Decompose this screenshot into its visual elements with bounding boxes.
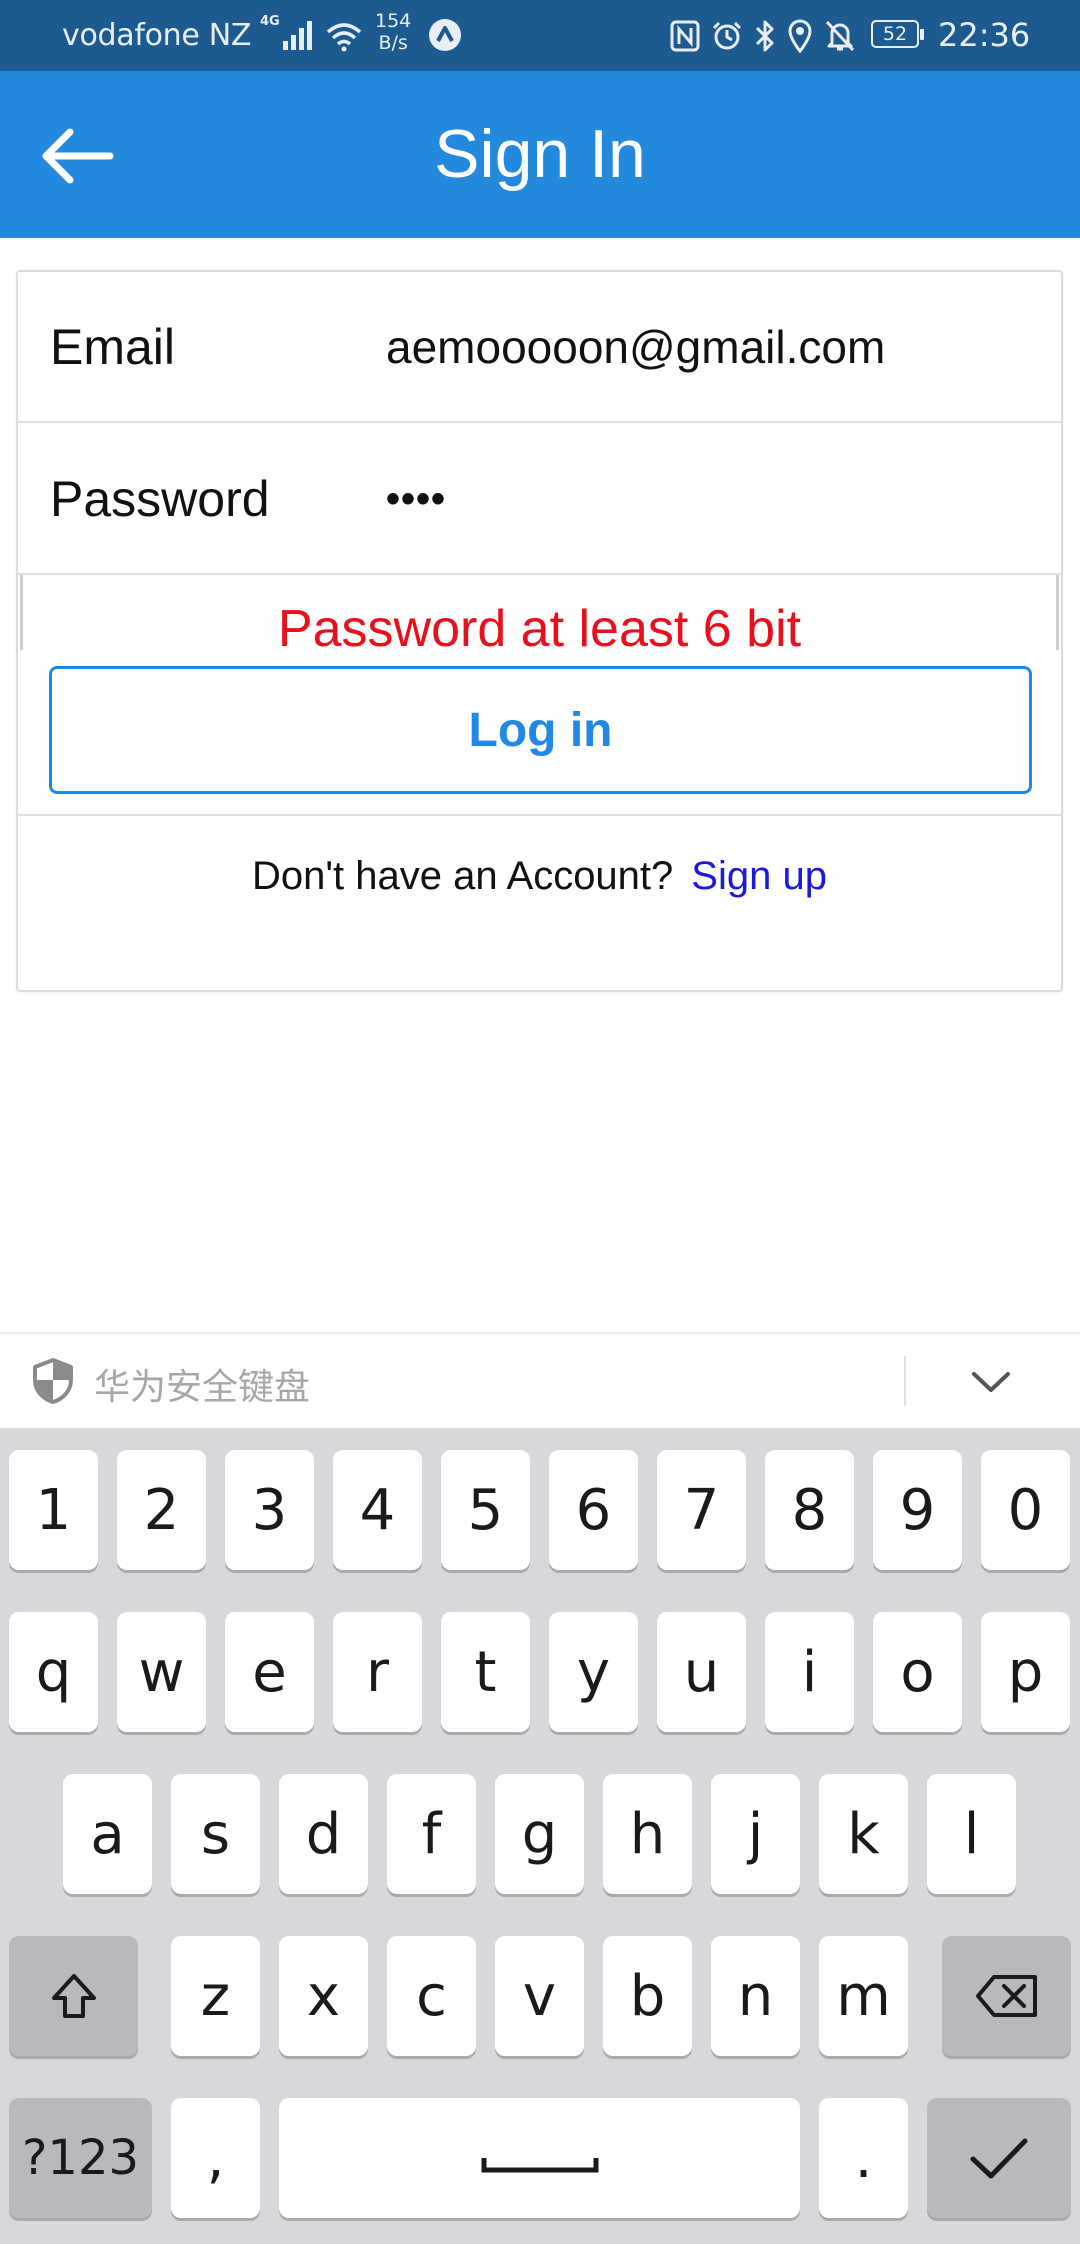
wifi-icon: [326, 23, 362, 52]
network-speed-unit: B/s: [378, 32, 408, 54]
shift-key[interactable]: [9, 1936, 138, 2056]
network-type: 4G: [260, 14, 280, 29]
key-6[interactable]: 6: [549, 1450, 638, 1570]
alarm-icon: [712, 21, 742, 50]
page-title: Sign In: [434, 116, 646, 192]
nfc-icon: [670, 20, 700, 52]
password-field[interactable]: [386, 424, 1026, 575]
key-3[interactable]: 3: [225, 1450, 314, 1570]
key-o[interactable]: o: [873, 1612, 962, 1732]
error-message-box: Password at least 6 bit: [20, 575, 1059, 658]
network-speed: 154 B/s: [375, 10, 411, 54]
key-0[interactable]: 0: [981, 1450, 1070, 1570]
space-icon: [481, 2158, 598, 2173]
period-key[interactable]: .: [819, 2098, 908, 2218]
key-q[interactable]: q: [9, 1612, 98, 1732]
key-t[interactable]: t: [441, 1612, 530, 1732]
email-label: Email: [50, 319, 176, 375]
login-button[interactable]: Log in: [49, 666, 1032, 794]
key-8[interactable]: 8: [765, 1450, 854, 1570]
key-c[interactable]: c: [387, 1936, 476, 2056]
key-7[interactable]: 7: [657, 1450, 746, 1570]
key-n[interactable]: n: [711, 1936, 800, 2056]
location-icon: [788, 19, 812, 53]
divider: [18, 814, 1061, 816]
key-2[interactable]: 2: [117, 1450, 206, 1570]
key-k[interactable]: k: [819, 1774, 908, 1894]
battery-level: 52: [871, 20, 919, 48]
signal-icon: [283, 21, 312, 50]
symbols-key-label: ?123: [21, 2130, 140, 2186]
enter-key[interactable]: [927, 2098, 1071, 2218]
signup-prompt-line: Don't have an Account? Sign up: [18, 846, 1061, 906]
key-5[interactable]: 5: [441, 1450, 530, 1570]
key-4[interactable]: 4: [333, 1450, 422, 1570]
comma-key[interactable]: ,: [171, 2098, 260, 2218]
bluetooth-icon: [755, 20, 774, 52]
email-field[interactable]: [386, 272, 1026, 423]
key-s[interactable]: s: [171, 1774, 260, 1894]
key-z[interactable]: z: [171, 1936, 260, 2056]
key-d[interactable]: d: [279, 1774, 368, 1894]
key-p[interactable]: p: [981, 1612, 1070, 1732]
status-bar: vodafone NZ 4G 154 B/s 52 22:36: [0, 0, 1080, 71]
status-icons: [670, 16, 856, 56]
key-r[interactable]: r: [333, 1612, 422, 1732]
battery-tip: [920, 29, 924, 40]
mute-icon: [825, 20, 855, 52]
key-y[interactable]: y: [549, 1612, 638, 1732]
key-u[interactable]: u: [657, 1612, 746, 1732]
sign-in-form: Email Password Password at least 6 bit L…: [16, 270, 1063, 992]
app-notification-icon: [429, 19, 461, 51]
email-row: Email: [18, 272, 1061, 423]
key-g[interactable]: g: [495, 1774, 584, 1894]
key-v[interactable]: v: [495, 1936, 584, 2056]
key-1[interactable]: 1: [9, 1450, 98, 1570]
password-row: Password: [18, 424, 1061, 575]
clock: 22:36: [938, 16, 1031, 54]
keyboard: 1 2 3 4 5 6 7 8 9 0 q w e r t y u i o p …: [0, 1428, 1080, 2244]
carrier-name: vodafone NZ: [62, 18, 252, 53]
chevron-down-icon[interactable]: [966, 1362, 1016, 1402]
password-label: Password: [50, 471, 270, 527]
battery-indicator: 52: [871, 20, 927, 50]
key-i[interactable]: i: [765, 1612, 854, 1732]
key-h[interactable]: h: [603, 1774, 692, 1894]
checkmark-icon: [970, 2138, 1028, 2179]
shift-icon: [51, 1974, 96, 2018]
key-w[interactable]: w: [117, 1612, 206, 1732]
key-m[interactable]: m: [819, 1936, 908, 2056]
key-l[interactable]: l: [927, 1774, 1016, 1894]
backspace-icon: [975, 1975, 1037, 2017]
key-a[interactable]: a: [63, 1774, 152, 1894]
password-error-message: Password at least 6 bit: [277, 600, 802, 658]
shield-icon: [33, 1358, 73, 1404]
key-f[interactable]: f: [387, 1774, 476, 1894]
signup-prompt: Don't have an Account?: [252, 854, 674, 898]
backspace-key[interactable]: [942, 1936, 1071, 2056]
key-9[interactable]: 9: [873, 1450, 962, 1570]
key-x[interactable]: x: [279, 1936, 368, 2056]
key-j[interactable]: j: [711, 1774, 800, 1894]
symbols-key[interactable]: ?123: [9, 2098, 152, 2218]
key-b[interactable]: b: [603, 1936, 692, 2056]
network-speed-value: 154: [375, 10, 412, 32]
app-header: Sign In: [0, 71, 1080, 238]
space-key[interactable]: [279, 2098, 800, 2218]
key-e[interactable]: e: [225, 1612, 314, 1732]
toolbar-separator: [904, 1356, 906, 1406]
keyboard-title: 华为安全键盘: [94, 1367, 311, 1408]
keyboard-toolbar: 华为安全键盘: [0, 1332, 1080, 1428]
back-arrow-icon[interactable]: [36, 115, 118, 197]
signup-link[interactable]: Sign up: [691, 854, 827, 898]
